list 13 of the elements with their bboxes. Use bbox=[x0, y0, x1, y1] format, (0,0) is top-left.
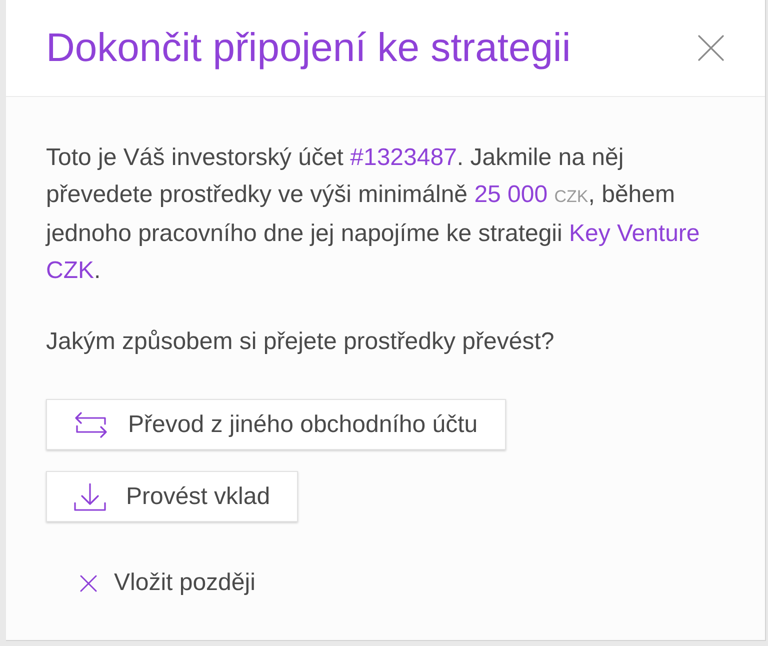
intro-text: Toto je Váš investorský účet #1323487. Jakmile na něj převedete prostředky ve výši minimálně 25 000 CZK, během jednoho pracovního dne jej napojíme ke strategii Key Venture CZK. bbox=[46, 143, 701, 286]
dialog-title: Dokončit připojení ke strategii bbox=[46, 25, 571, 72]
swap-arrows-icon bbox=[74, 412, 108, 438]
close-icon bbox=[698, 35, 724, 61]
button-label: Převod z jiného obchodního účtu bbox=[128, 410, 478, 440]
download-icon bbox=[74, 482, 106, 510]
deposit-button[interactable]: Provést vklad bbox=[46, 471, 298, 522]
button-label: Provést vklad bbox=[126, 482, 270, 512]
close-button[interactable] bbox=[697, 34, 725, 62]
question-text: Jakým způsobem si přejete prostředky převést? bbox=[46, 327, 554, 357]
transfer-button[interactable]: Převod z jiného obchodního účtu bbox=[46, 399, 506, 450]
close-icon bbox=[80, 574, 97, 592]
later-link[interactable]: Vložit později bbox=[80, 568, 256, 598]
